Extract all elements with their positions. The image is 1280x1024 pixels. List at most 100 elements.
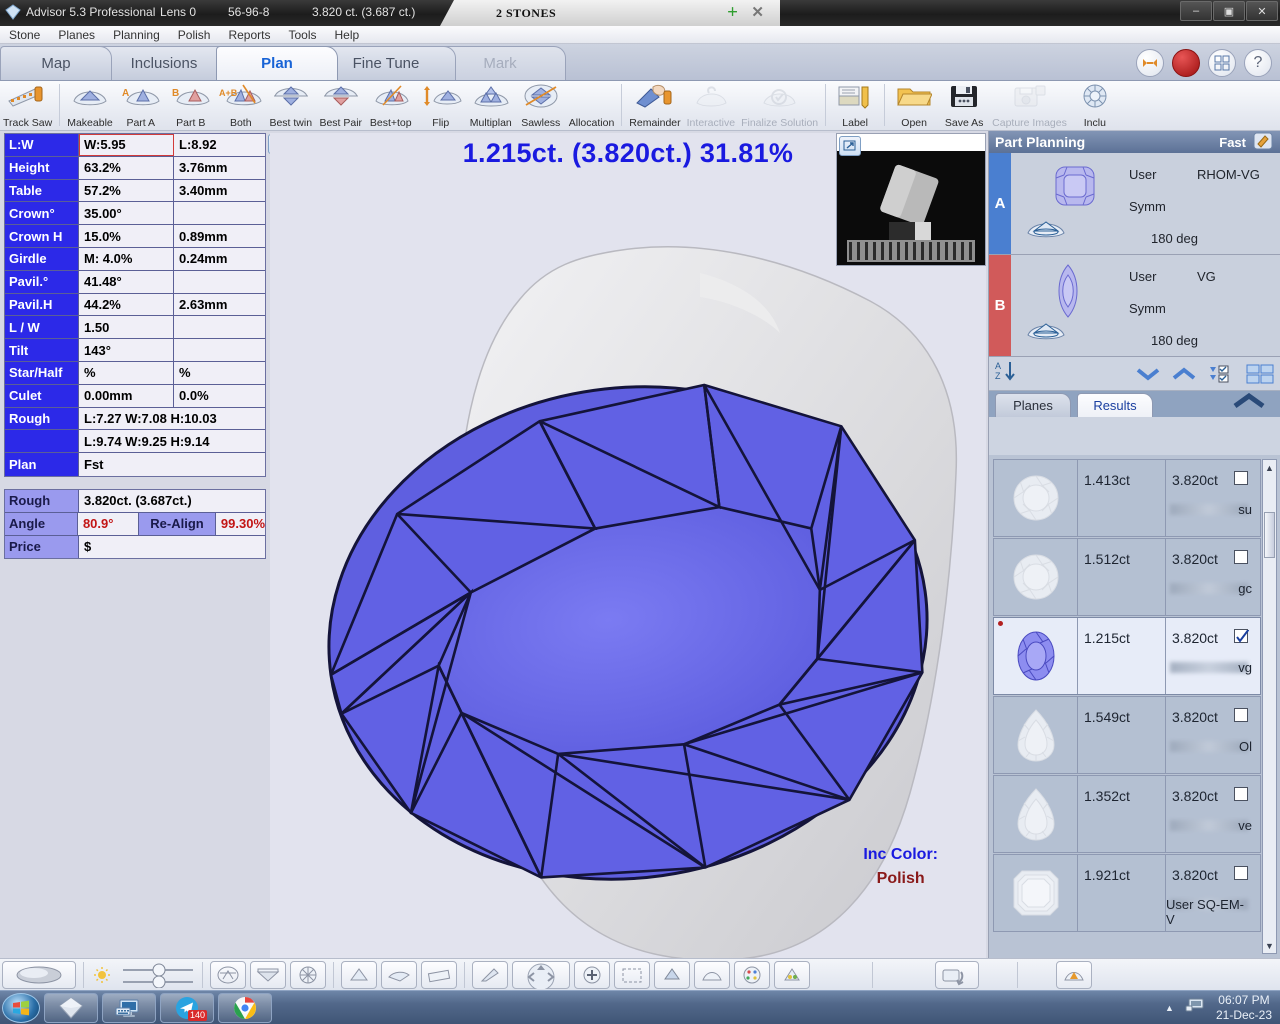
measurement-value-primary[interactable]: 44.2% <box>79 293 174 316</box>
marquee-select-button[interactable] <box>614 960 650 989</box>
part-planning-row-a[interactable]: A User RHOM-VG Symm 180 deg <box>989 153 1280 255</box>
toolbar-flip-button[interactable]: Flip <box>416 81 466 129</box>
measurement-value-secondary[interactable]: L:8.92 <box>174 134 265 156</box>
measurement-value-primary[interactable]: 63.2% <box>79 156 174 179</box>
orange-dome-button[interactable] <box>1056 960 1092 989</box>
toolbar-inclu-button[interactable]: Inclu <box>1070 81 1120 129</box>
taskbar-item-diamond-app[interactable] <box>44 992 98 1023</box>
minimize-button[interactable]: – <box>1180 1 1212 21</box>
menu-item-polish[interactable]: Polish <box>169 28 220 42</box>
view-mode-button[interactable] <box>2 960 76 989</box>
measurement-row[interactable]: Table 57.2% 3.40mm <box>5 179 265 203</box>
menu-item-tools[interactable]: Tools <box>280 28 326 42</box>
toolbar-makeable-button[interactable]: Makeable <box>64 81 116 129</box>
measurement-value-primary[interactable]: % <box>79 361 174 384</box>
measurement-value-secondary[interactable]: % <box>174 361 265 384</box>
results-scrollbar[interactable]: ▲ ▼ <box>1262 459 1277 954</box>
toolbar-best-twin-button[interactable]: Best twin <box>266 81 316 129</box>
toolbar-save-as-button[interactable]: Save As <box>939 81 989 129</box>
taskbar-item-telegram[interactable]: 140 <box>160 992 214 1023</box>
scroll-up-arrow[interactable]: ▲ <box>1263 461 1276 474</box>
measurement-row[interactable]: Pavil.H 44.2% 2.63mm <box>5 293 265 317</box>
measurement-value-primary[interactable]: 1.50 <box>79 316 174 339</box>
measurement-value-primary[interactable]: W:5.95 <box>79 134 174 156</box>
tab-map[interactable]: Map <box>0 46 112 80</box>
tab-plan[interactable]: Plan <box>216 46 338 80</box>
tray-chevron-icon[interactable]: ▲ <box>1165 1003 1174 1013</box>
menu-item-planes[interactable]: Planes <box>49 28 104 42</box>
rough-row-value[interactable]: L:7.27 W:7.08 H:10.03 <box>79 407 265 430</box>
warning-view-button[interactable] <box>774 960 810 989</box>
red-record-icon[interactable] <box>1172 49 1200 77</box>
network-icon[interactable] <box>1184 995 1206 1020</box>
result-row[interactable]: 1.215ct 3.820ct vg <box>993 617 1261 695</box>
rough-row-value[interactable]: L:9.74 W:9.25 H:9.14 <box>79 430 265 453</box>
measurement-value-secondary[interactable] <box>174 316 265 339</box>
rough-row[interactable]: L:9.74 W:9.25 H:9.14 <box>5 430 265 454</box>
toolbar-label-button[interactable]: Label <box>830 81 880 129</box>
result-checkbox[interactable] <box>1234 550 1248 564</box>
rough-row[interactable]: Plan Fst <box>5 453 265 476</box>
taskbar-item-chrome[interactable] <box>218 992 272 1023</box>
clock[interactable]: 06:07 PM 21-Dec-23 <box>1216 993 1272 1023</box>
swap-view-button[interactable] <box>935 960 979 989</box>
measurement-row[interactable]: Crown H 15.0% 0.89mm <box>5 225 265 248</box>
add-tab-icon[interactable]: + <box>727 3 738 23</box>
crown-view-button[interactable] <box>341 960 377 989</box>
menu-item-planning[interactable]: Planning <box>104 28 169 42</box>
toolbar-open-button[interactable]: Open <box>889 81 939 129</box>
expand-preview-button[interactable] <box>839 136 861 156</box>
pavilion-view-button[interactable] <box>381 960 417 989</box>
facet-map-button[interactable] <box>290 960 326 989</box>
measurement-value-primary[interactable]: 143° <box>79 339 174 361</box>
measurement-value-secondary[interactable]: 0.0% <box>174 384 265 407</box>
brightness-slider[interactable] <box>119 962 197 988</box>
result-row[interactable]: 1.413ct 3.820ct su <box>993 459 1261 537</box>
scrollbar-thumb[interactable] <box>1264 512 1275 558</box>
measurement-row[interactable]: Tilt 143° <box>5 339 265 362</box>
part-planning-row-b[interactable]: B User VG Symm 180 deg <box>989 255 1280 357</box>
grid-icon[interactable] <box>1208 49 1236 77</box>
result-checkbox[interactable] <box>1234 628 1250 643</box>
result-checkbox[interactable] <box>1234 471 1248 485</box>
measurement-row[interactable]: Height 63.2% 3.76mm <box>5 156 265 180</box>
measurement-value-primary[interactable]: 15.0% <box>79 225 174 247</box>
measurement-value-primary[interactable]: M: 4.0% <box>79 247 174 270</box>
measurement-value-secondary[interactable]: 0.24mm <box>174 247 265 270</box>
toolbar-allocation-button[interactable]: Allocation <box>566 81 618 129</box>
measurement-value-secondary[interactable]: 3.76mm <box>174 156 265 179</box>
measurement-value-secondary[interactable] <box>174 270 265 293</box>
menu-item-stone[interactable]: Stone <box>0 28 49 42</box>
maximize-button[interactable]: ▣ <box>1213 1 1245 21</box>
toolbar-part-b-button[interactable]: B Part B <box>166 81 216 129</box>
measurement-value-primary[interactable]: 41.48° <box>79 270 174 293</box>
menu-item-reports[interactable]: Reports <box>219 28 279 42</box>
rotate-control[interactable] <box>512 960 570 989</box>
toolbar-multiplan-button[interactable]: Multiplan <box>466 81 516 129</box>
eraser-icon[interactable] <box>1252 131 1274 154</box>
brightness-icon[interactable] <box>91 961 113 989</box>
close-tab-icon[interactable]: ✕ <box>751 5 764 21</box>
realign-button[interactable]: Re-Align <box>139 512 216 535</box>
inclusion-view-button[interactable] <box>210 960 246 989</box>
tab-results[interactable]: Results <box>1077 393 1153 417</box>
result-row[interactable]: 1.352ct 3.820ct ve <box>993 775 1261 853</box>
result-row[interactable]: 1.512ct 3.820ct gc <box>993 538 1261 616</box>
measurement-value-primary[interactable]: 35.00° <box>79 202 174 225</box>
windows-logo-icon[interactable] <box>2 992 40 1023</box>
toolbar-sawless-button[interactable]: Sawless <box>516 81 566 129</box>
color-palette-button[interactable] <box>734 960 770 989</box>
tab-planes[interactable]: Planes <box>995 393 1071 417</box>
gem-shape-button[interactable] <box>654 960 690 989</box>
close-button[interactable]: ✕ <box>1246 1 1278 21</box>
help-icon[interactable]: ? <box>1244 49 1272 77</box>
panel-collapse-icon[interactable] <box>1232 392 1266 414</box>
toolbar-remainder-button[interactable]: Remainder <box>626 81 683 129</box>
toolbar-track-saw-button[interactable]: Track Saw <box>0 81 55 129</box>
toolbar-best-top-button[interactable]: Best+top <box>366 81 416 129</box>
dome-view-button[interactable] <box>694 960 730 989</box>
measurement-value-secondary[interactable] <box>174 339 265 361</box>
measurement-value-primary[interactable]: 0.00mm <box>79 384 174 407</box>
result-checkbox[interactable] <box>1234 708 1248 722</box>
menu-item-help[interactable]: Help <box>326 28 369 42</box>
